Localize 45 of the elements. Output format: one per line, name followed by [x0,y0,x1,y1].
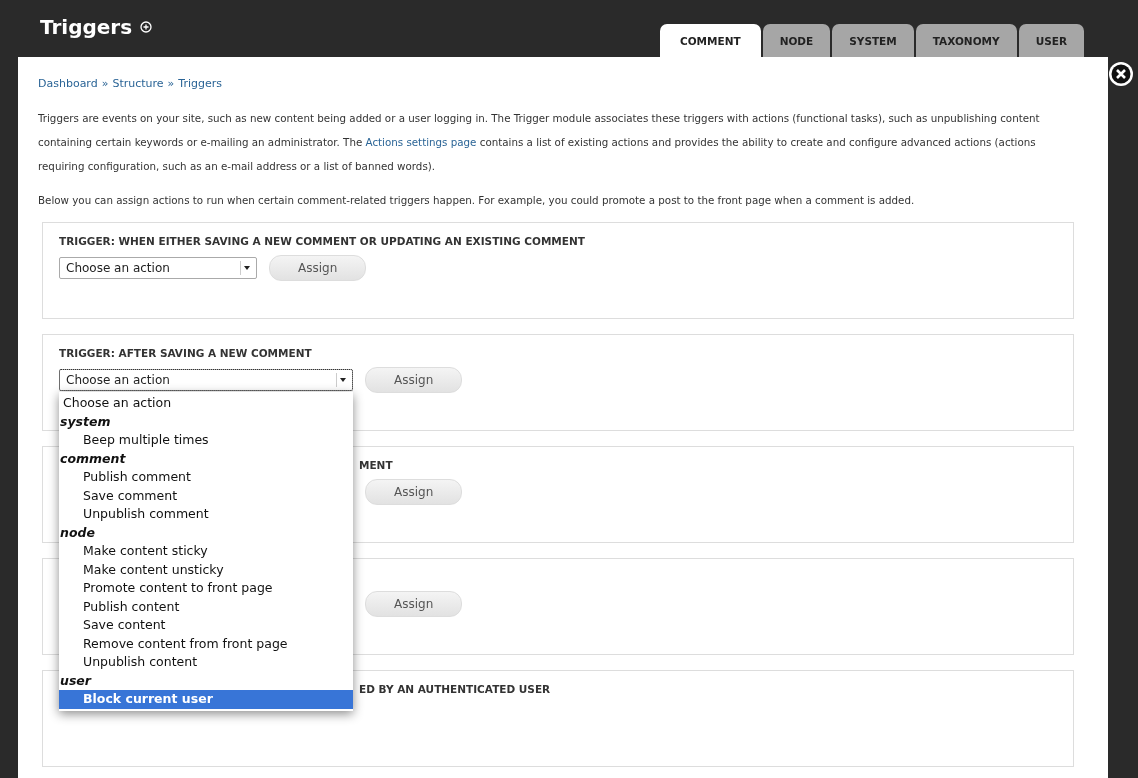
add-shortcut-icon[interactable] [140,21,153,33]
action-select[interactable]: Choose an action [59,257,257,279]
trigger-legend: TRIGGER: WHEN EITHER SAVING A NEW COMMENT OR UPDATING AN EXISTING COMMENT [59,235,585,247]
dropdown-option[interactable]: Remove content from front page [59,634,353,653]
assign-button[interactable]: Assign [365,367,463,393]
tab[interactable]: NODE [762,24,831,57]
trigger-legend: ED BY AN AUTHENTICATED USER [359,683,551,695]
dropdown-option[interactable]: Publish comment [59,468,353,487]
action-select[interactable]: Choose an action [59,369,353,391]
tab[interactable]: SYSTEM [832,24,914,57]
dropdown-option[interactable]: Save content [59,616,353,635]
trigger-legend: TRIGGER: AFTER SAVING A NEW COMMENT [59,347,312,359]
intro-text: Triggers are events on your site, such as new content being added or a user logging in. The Trigger module associates these triggers with actions (functional tasks), such as unpublishing content containing certain keywords or e-mailing an administrator. The Actions settings page contains a list of existing actions and provides the ability to create and configure advanced actions (actions requiring configuration, such as an e-mail address or a list of banned words). [38,111,1041,174]
option-group-label: user [59,671,93,690]
help-text: Below you can assign actions to run when certain comment-related triggers happen. For example, you could promote a post to the front page when a comment is added. [38,193,916,208]
dropdown-option[interactable]: Unpublish content [59,653,353,672]
breadcrumb-link[interactable]: Triggers [178,77,222,90]
dropdown-option[interactable]: Promote content to front page [59,579,353,598]
option-group-label: system [59,412,112,431]
dropdown-option[interactable]: Make content sticky [59,542,353,561]
breadcrumb-separator: » [167,77,175,90]
tab[interactable]: COMMENT [659,24,761,57]
dropdown-arrow-icon[interactable] [240,261,253,275]
dropdown-option[interactable]: Beep multiple times [59,431,353,450]
breadcrumb-link[interactable]: Structure [112,77,164,90]
dropdown-option[interactable]: Block current user [59,690,353,709]
dropdown-option[interactable]: Make content unsticky [59,560,353,579]
option-group-label: node [59,523,96,542]
tab[interactable]: TAXONOMY [915,24,1017,57]
tab[interactable]: USER [1018,24,1084,57]
overlay-title: Triggers [40,15,133,39]
trigger-legend: MENT [359,459,393,471]
actions-settings-link[interactable]: Actions settings page [365,136,477,148]
close-icon[interactable] [1108,61,1134,87]
dropdown-option[interactable]: Unpublish comment [59,505,353,524]
dropdown-option[interactable]: Save comment [59,486,353,505]
assign-button[interactable]: Assign [269,255,367,281]
breadcrumb-separator: » [101,77,109,90]
assign-button[interactable]: Assign [365,591,463,617]
dropdown-option[interactable]: Publish content [59,597,353,616]
option-group-label: comment [59,449,127,468]
assign-button[interactable]: Assign [365,479,463,505]
dropdown-option[interactable]: Choose an action [59,394,353,413]
breadcrumb-link[interactable]: Dashboard [38,77,98,90]
dropdown-arrow-icon[interactable] [336,373,349,387]
